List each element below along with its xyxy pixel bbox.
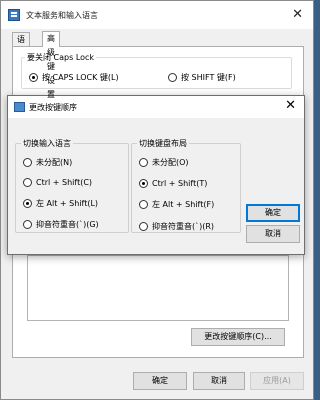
caps-lock-legend: 要关闭 Caps Lock (25, 52, 97, 63)
option-label: Ctrl + Shift(T) (152, 179, 208, 188)
caps-lock-option-capslock[interactable]: 按 CAPS LOCK 键(L) (29, 72, 119, 83)
keyboard-layout-option-none[interactable]: 未分配(O) (139, 157, 189, 168)
keyboard-layout-option-grave[interactable]: 抑音符重音(`)(R) (139, 221, 214, 232)
app-icon (8, 9, 20, 21)
option-label: 未分配(N) (36, 158, 73, 167)
radio-icon[interactable] (23, 220, 32, 229)
window-title: 文本服务和输入语言 (26, 11, 98, 20)
radio-icon[interactable] (23, 158, 32, 167)
input-language-option-grave[interactable]: 抑音符重音(`)(G) (23, 219, 99, 230)
dialog-cancel-button[interactable]: 取消 (246, 225, 300, 243)
dialog-title: 更改按键顺序 (29, 103, 77, 112)
option-label: Ctrl + Shift(C) (36, 178, 93, 187)
input-language-option-left-alt-shift[interactable]: 左 Alt + Shift(L) (23, 198, 98, 209)
cancel-button[interactable]: 取消 (193, 372, 245, 390)
apply-button: 应用(A) (250, 372, 304, 390)
radio-icon[interactable] (139, 222, 148, 231)
keyboard-layout-legend: 切换键盘布局 (137, 138, 189, 149)
option-label: 按 SHIFT 键(F) (181, 73, 236, 82)
keyboard-icon (14, 102, 25, 112)
input-language-option-none[interactable]: 未分配(N) (23, 157, 72, 168)
input-language-legend: 切换输入语言 (21, 138, 73, 149)
radio-icon[interactable] (139, 200, 148, 209)
caps-lock-option-shift[interactable]: 按 SHIFT 键(F) (168, 72, 236, 83)
option-label: 左 Alt + Shift(L) (36, 199, 99, 208)
close-icon[interactable]: ✕ (285, 98, 296, 113)
change-key-sequence-button[interactable]: 更改按键顺序(C)... (191, 328, 285, 346)
input-language-option-ctrl-shift[interactable]: Ctrl + Shift(C) (23, 178, 92, 187)
radio-checked-icon[interactable] (29, 73, 38, 82)
option-label: 抑音符重音(`)(R) (152, 222, 215, 231)
change-key-sequence-dialog: 更改按键顺序 ✕ 切换输入语言 未分配(N) Ctrl + Shift(C) 左… (7, 95, 305, 255)
option-label: 抑音符重音(`)(G) (36, 220, 99, 229)
keyboard-layout-option-left-alt-shift[interactable]: 左 Alt + Shift(F) (139, 199, 214, 210)
radio-icon[interactable] (168, 73, 177, 82)
keyboard-layout-option-ctrl-shift[interactable]: Ctrl + Shift(T) (139, 179, 207, 188)
tab-advanced-key-settings[interactable]: 高级键设置 (42, 31, 60, 99)
option-label: 左 Alt + Shift(F) (152, 200, 215, 209)
title-bar: 文本服务和输入语言 ✕ (1, 1, 313, 29)
tab-language-bar[interactable]: 语言栏 (12, 32, 30, 72)
option-label: 未分配(O) (152, 158, 189, 167)
radio-checked-icon[interactable] (139, 179, 148, 188)
ok-button[interactable]: 确定 (133, 372, 187, 390)
radio-checked-icon[interactable] (23, 199, 32, 208)
radio-icon[interactable] (23, 178, 32, 187)
close-icon[interactable]: ✕ (292, 7, 303, 22)
hotkey-list[interactable] (27, 255, 289, 321)
dialog-ok-button[interactable]: 确定 (246, 204, 300, 222)
radio-icon[interactable] (139, 158, 148, 167)
